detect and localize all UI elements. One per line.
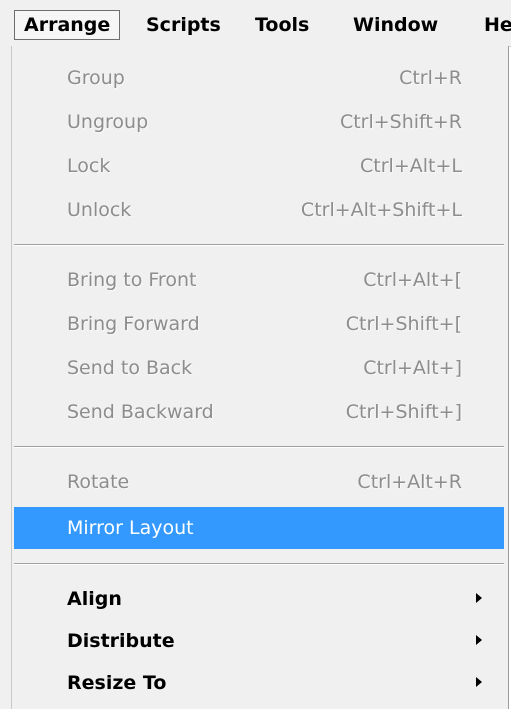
menu-separator xyxy=(14,563,504,565)
menu-item-send-to-back[interactable]: Send to Back Ctrl+Alt+] xyxy=(14,347,504,389)
menu-item-label: Align xyxy=(67,588,122,610)
menu-item-ungroup[interactable]: Ungroup Ctrl+Shift+R xyxy=(14,101,504,143)
submenu-arrow-icon xyxy=(476,593,482,603)
menu-item-label: Unlock xyxy=(67,199,132,221)
menu-arrange[interactable]: Arrange xyxy=(14,10,121,40)
menu-item-label: Rotate xyxy=(67,471,130,493)
menu-item-label: Resize To xyxy=(67,672,167,694)
submenu-arrow-icon xyxy=(476,635,482,645)
menu-item-label: Send Backward xyxy=(67,401,214,423)
menu-item-label: Ungroup xyxy=(67,111,149,133)
menu-item-label: Bring Forward xyxy=(67,313,200,335)
menu-item-shortcut: Ctrl+Alt+R xyxy=(357,471,462,493)
menu-scripts[interactable]: Scripts xyxy=(146,12,221,38)
menu-item-shortcut: Ctrl+Alt+L xyxy=(360,155,462,177)
menu-bar: Arrange Scripts Tools Window He xyxy=(0,0,511,47)
menu-item-label: Group xyxy=(67,67,125,89)
menu-item-align[interactable]: Align xyxy=(14,578,504,620)
menu-item-resize-to[interactable]: Resize To xyxy=(14,662,504,704)
menu-item-shortcut: Ctrl+Alt+[ xyxy=(363,269,462,291)
menu-item-shortcut: Ctrl+Shift+[ xyxy=(345,313,462,335)
menu-item-shortcut: Ctrl+Alt+Shift+L xyxy=(300,199,462,221)
menu-separator xyxy=(14,244,504,246)
menu-item-bring-to-front[interactable]: Bring to Front Ctrl+Alt+[ xyxy=(14,259,504,301)
menu-tools[interactable]: Tools xyxy=(255,12,309,38)
menu-separator xyxy=(14,446,504,448)
menu-item-unlock[interactable]: Unlock Ctrl+Alt+Shift+L xyxy=(14,189,504,231)
menu-item-distribute[interactable]: Distribute xyxy=(14,620,504,662)
menu-help[interactable]: He xyxy=(484,12,511,38)
menu-item-mirror-layout[interactable]: Mirror Layout xyxy=(14,507,504,549)
menu-item-shortcut: Ctrl+Shift+] xyxy=(345,401,462,423)
menu-window[interactable]: Window xyxy=(353,12,438,38)
menu-item-bring-forward[interactable]: Bring Forward Ctrl+Shift+[ xyxy=(14,303,504,345)
menu-item-shortcut: Ctrl+Shift+R xyxy=(339,111,462,133)
submenu-arrow-icon xyxy=(476,677,482,687)
menu-item-label: Lock xyxy=(67,155,111,177)
menu-item-shortcut: Ctrl+R xyxy=(399,67,462,89)
menu-item-label: Bring to Front xyxy=(67,269,197,291)
menu-item-lock[interactable]: Lock Ctrl+Alt+L xyxy=(14,145,504,187)
menu-item-label: Distribute xyxy=(67,630,175,652)
menu-item-label: Mirror Layout xyxy=(67,517,194,539)
menu-item-send-backward[interactable]: Send Backward Ctrl+Shift+] xyxy=(14,391,504,433)
menu-item-label: Send to Back xyxy=(67,357,193,379)
menu-item-shortcut: Ctrl+Alt+] xyxy=(363,357,462,379)
menu-item-group[interactable]: Group Ctrl+R xyxy=(14,57,504,99)
menu-item-rotate[interactable]: Rotate Ctrl+Alt+R xyxy=(14,461,504,503)
arrange-dropdown-menu: Group Ctrl+R Ungroup Ctrl+Shift+R Lock C… xyxy=(0,46,509,709)
